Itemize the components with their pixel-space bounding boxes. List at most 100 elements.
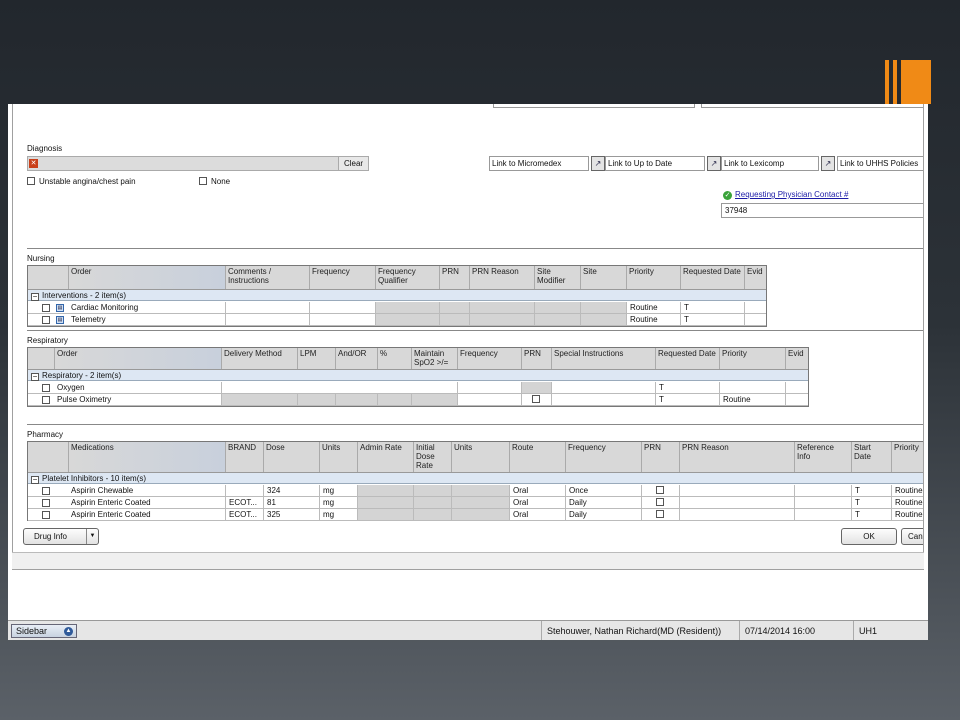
collapse-icon[interactable]: − [31,373,39,381]
open-link-icon[interactable]: ↗ [591,156,605,171]
prn-checkbox[interactable] [656,486,664,494]
cancel-button[interactable]: Can [901,528,923,545]
row-checkbox[interactable] [42,304,50,312]
col-and-or[interactable]: And/OR [335,348,377,369]
cell-units[interactable]: mg [319,509,357,520]
table-row[interactable]: Aspirin Chewable 324 mg Oral Once T Rout… [28,485,923,497]
prn-checkbox[interactable] [656,510,664,518]
diagnosis-clear-button[interactable]: Clear [338,157,368,170]
cell-start-date[interactable]: T [851,485,891,496]
col-requested-date[interactable]: Requested Date [680,266,744,289]
cell-priority[interactable]: Routine [891,509,923,520]
col-reference-info[interactable]: Reference Info [794,442,851,472]
cell-frequency[interactable]: Daily [565,509,641,520]
col-frequency[interactable]: Frequency [457,348,521,369]
cell-frequency[interactable] [457,394,521,405]
cell-comments[interactable] [225,314,309,325]
col-frequency[interactable]: Frequency [309,266,375,289]
cell-requested-date[interactable]: T [680,302,744,313]
link-uhhs-policies[interactable]: Link to UHHS Policies [837,156,923,171]
col-brand[interactable]: BRAND [225,442,263,472]
row-checkbox[interactable] [42,511,50,519]
cell-dose[interactable]: 81 [263,497,319,508]
cell-dose[interactable]: 325 [263,509,319,520]
cell-prn[interactable] [521,394,551,405]
row-checkbox[interactable] [42,487,50,495]
col-route[interactable]: Route [509,442,565,472]
cell-special-instructions[interactable] [551,394,655,405]
cell-requested-date[interactable]: T [655,394,719,405]
nursing-group-row[interactable]: − Interventions - 2 item(s) [28,290,766,301]
cell-delivery[interactable] [221,382,457,393]
cell-route[interactable]: Oral [509,497,565,508]
cell-route[interactable]: Oral [509,485,565,496]
cell-units[interactable]: mg [319,497,357,508]
collapse-icon[interactable]: − [31,293,39,301]
col-prn[interactable]: PRN [641,442,679,472]
col-evid[interactable]: Evid [785,348,809,369]
table-row[interactable]: ▤ Cardiac Monitoring Routine T [28,302,766,314]
table-row[interactable]: Aspirin Enteric Coated ECOT... 325 mg Or… [28,509,923,521]
cell-brand[interactable] [225,485,263,496]
cell-comments[interactable] [225,302,309,313]
drug-info-button[interactable]: Drug Info ▼ [23,528,99,545]
cell-prn[interactable] [641,509,679,520]
col-prn-reason[interactable]: PRN Reason [469,266,534,289]
col-evid[interactable]: Evid [744,266,768,289]
col-order[interactable]: Order [68,266,225,289]
col-units[interactable]: Units [319,442,357,472]
cell-requested-date[interactable]: T [655,382,719,393]
respiratory-group-row[interactable]: − Respiratory - 2 item(s) [28,370,808,381]
col-initial-dose-rate[interactable]: Initial Dose Rate [413,442,451,472]
col-priority[interactable]: Priority [626,266,680,289]
cell-frequency[interactable] [309,302,375,313]
ok-button[interactable]: OK [841,528,897,545]
diagnosis-field[interactable]: ✕ Clear [27,156,369,171]
cell-priority[interactable]: Routine [891,485,923,496]
row-checkbox[interactable] [42,499,50,507]
pharmacy-group-row[interactable]: − Platelet Inhibitors - 10 item(s) [28,473,923,484]
table-row[interactable]: Pulse Oximetry T Routine [28,394,808,406]
col-frequency[interactable]: Frequency [565,442,641,472]
requesting-physician-contact-link[interactable]: Requesting Physician Contact # [735,190,848,199]
col-units-2[interactable]: Units [451,442,509,472]
cell-start-date[interactable]: T [851,509,891,520]
cell-units[interactable]: mg [319,485,357,496]
cell-prn-reason[interactable] [679,485,794,496]
cell-priority[interactable]: Routine [719,394,785,405]
col-delivery-method[interactable]: Delivery Method [221,348,297,369]
cell-brand[interactable]: ECOT... [225,509,263,520]
cell-prn[interactable] [641,485,679,496]
link-lexicomp[interactable]: Link to Lexicomp [721,156,819,171]
cell-priority[interactable]: Routine [626,314,680,325]
cell-frequency[interactable] [457,382,521,393]
col-site[interactable]: Site [580,266,626,289]
collapse-icon[interactable]: − [31,476,39,484]
dropdown-arrow-icon[interactable]: ▼ [86,529,98,544]
col-priority[interactable]: Priority [891,442,923,472]
col-priority[interactable]: Priority [719,348,785,369]
table-row[interactable]: ▤ Telemetry Routine T [28,314,766,326]
cell-dose[interactable]: 324 [263,485,319,496]
prn-checkbox[interactable] [656,498,664,506]
top-field-left[interactable] [493,104,695,108]
col-requested-date[interactable]: Requested Date [655,348,719,369]
physician-contact-input[interactable]: 37948 [721,203,923,218]
col-prn[interactable]: PRN [521,348,551,369]
cell-priority[interactable] [719,382,785,393]
cell-prn-reason[interactable] [679,509,794,520]
cell-requested-date[interactable]: T [680,314,744,325]
col-start-date[interactable]: Start Date [851,442,891,472]
cell-frequency[interactable] [309,314,375,325]
cell-start-date[interactable]: T [851,497,891,508]
cell-route[interactable]: Oral [509,509,565,520]
col-admin-rate[interactable]: Admin Rate [357,442,413,472]
col-prn-reason[interactable]: PRN Reason [679,442,794,472]
prn-checkbox[interactable] [532,395,540,403]
open-link-icon[interactable]: ↗ [707,156,721,171]
link-micromedex[interactable]: Link to Micromedex [489,156,589,171]
cell-brand[interactable]: ECOT... [225,497,263,508]
link-up-to-date[interactable]: Link to Up to Date [605,156,705,171]
cell-special-instructions[interactable] [551,382,655,393]
col-site-modifier[interactable]: Site Modifier [534,266,580,289]
